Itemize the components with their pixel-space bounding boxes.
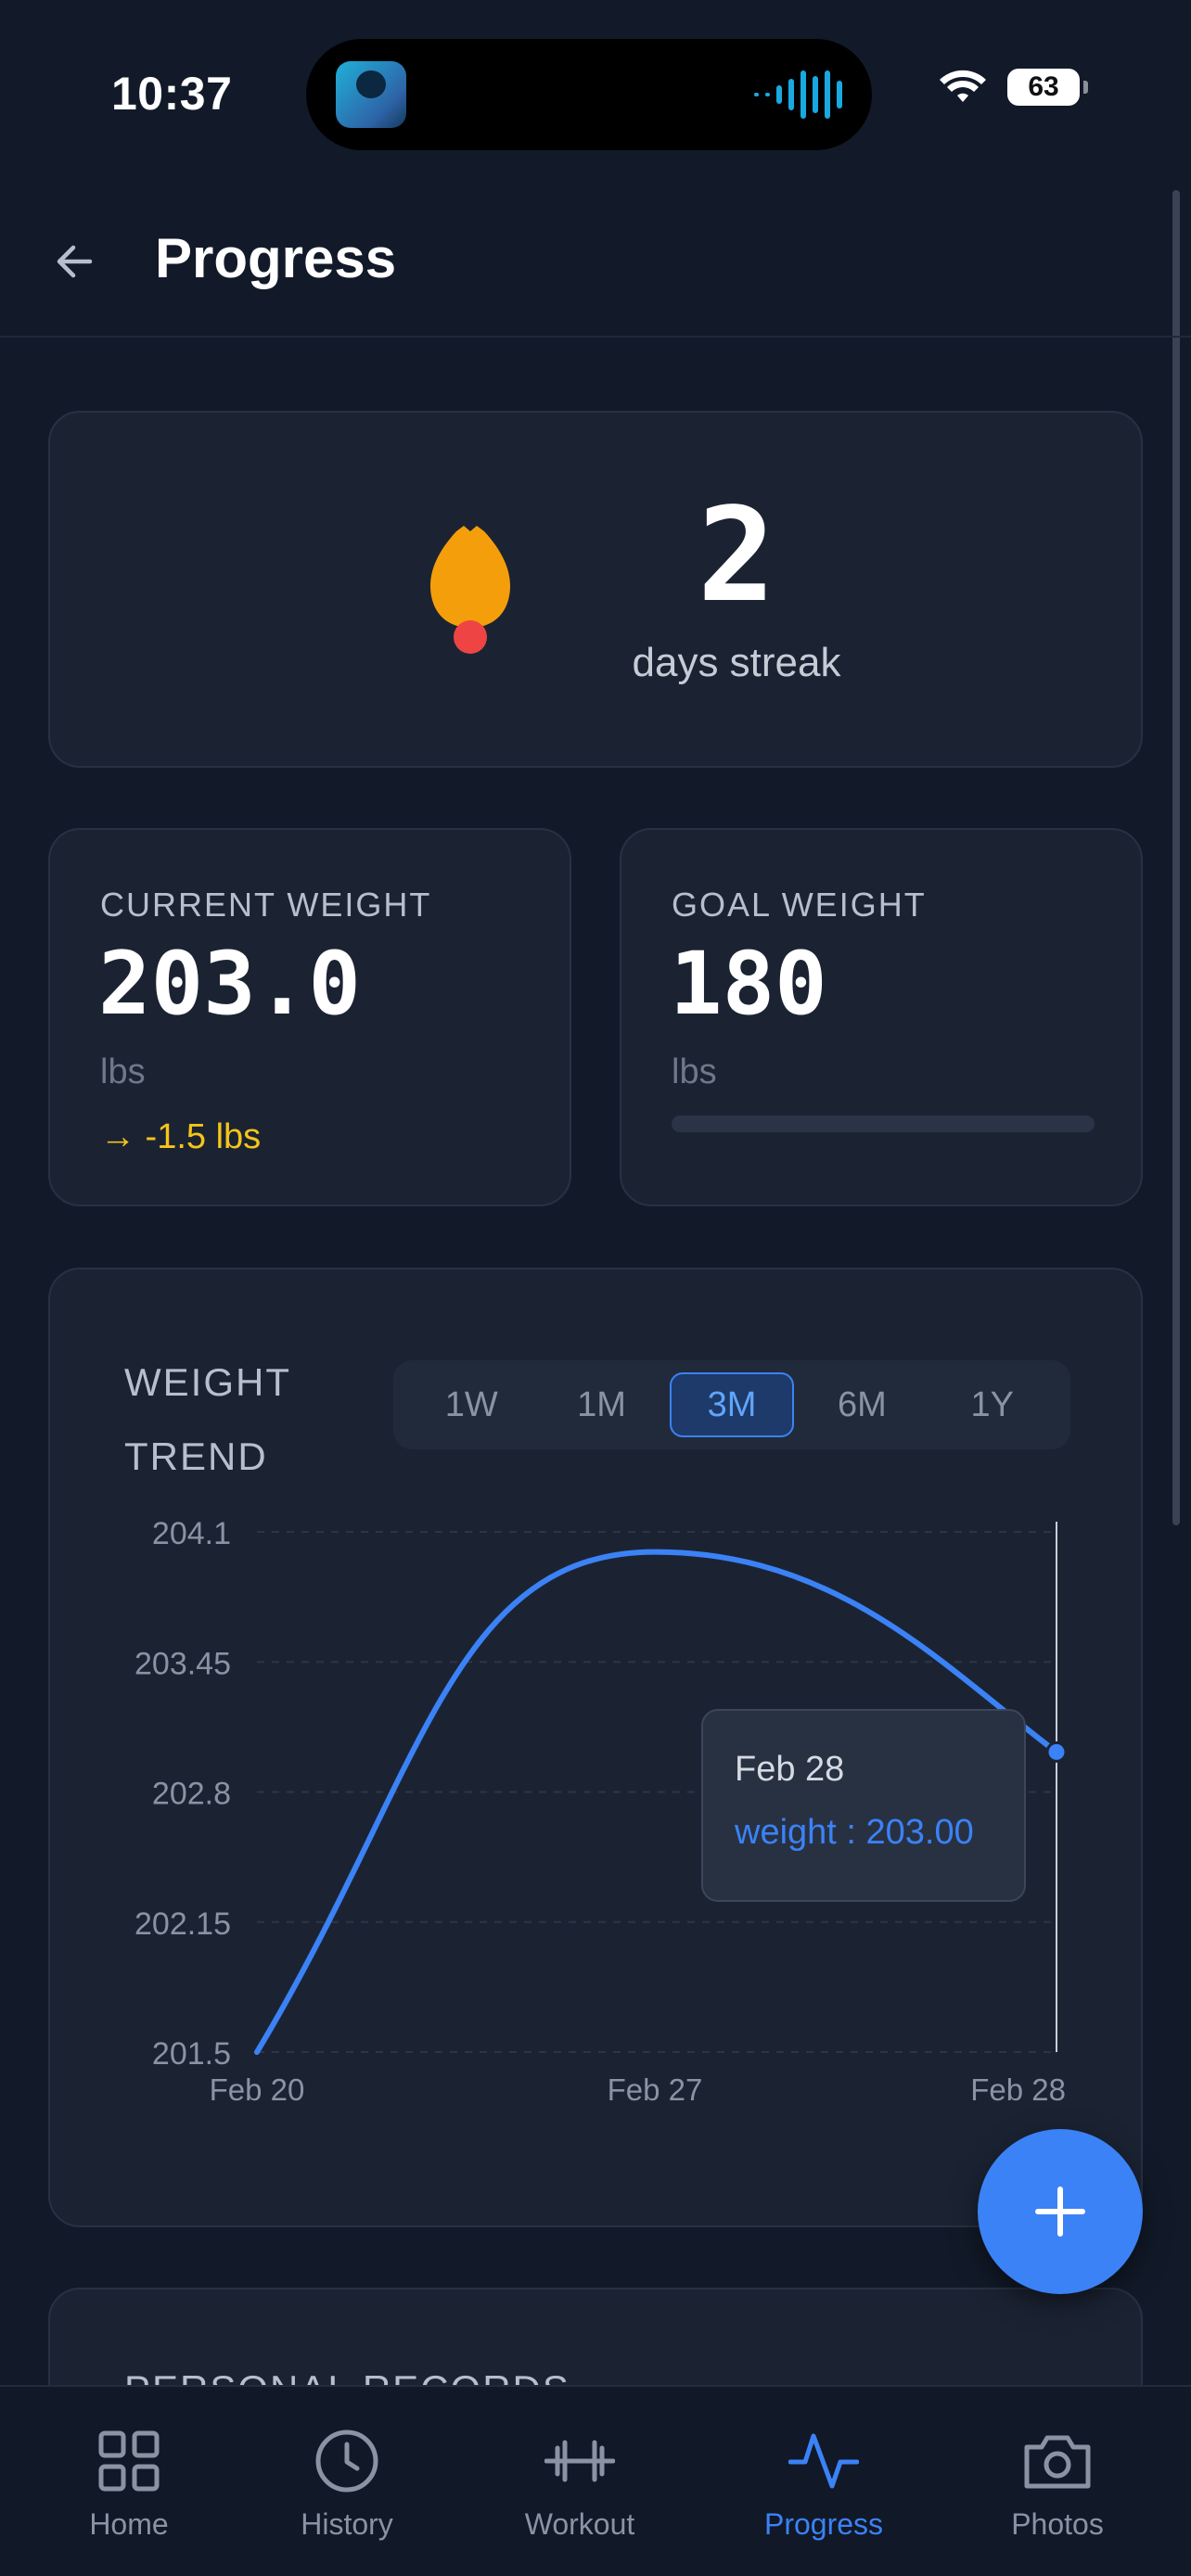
tooltip-value: weight : 203.00 (735, 1813, 974, 1852)
y-tick-label: 201.5 (152, 2036, 231, 2072)
bottom-nav: Home History Workout Progress Photos (0, 2385, 1191, 2576)
page-title: Progress (155, 227, 397, 289)
weight-change: → -1.5 lbs (100, 1117, 262, 1156)
x-tick-label: Feb 27 (608, 2072, 703, 2107)
now-playing-artwork (336, 61, 406, 128)
flame-icon (429, 526, 511, 654)
y-tick-label: 203.45 (134, 1646, 231, 1681)
goal-weight-value: 180 (670, 934, 827, 1035)
arrow-left-icon (57, 245, 93, 278)
y-tick-label: 202.15 (134, 1906, 231, 1942)
nav-progress-label: Progress (763, 2507, 884, 2541)
goal-weight-card[interactable]: GOAL WEIGHT 180 lbs (620, 828, 1143, 1206)
chart-tooltip: Feb 28 weight : 203.00 (701, 1709, 1026, 1902)
wifi-icon (940, 70, 986, 102)
current-weight-unit: lbs (100, 1052, 146, 1091)
progress-screen: 10:37 63 Progress 2 days streak CURRENT … (0, 0, 1191, 2576)
nav-progress[interactable]: Progress (717, 2387, 930, 2576)
x-tick-label: Feb 20 (210, 2072, 305, 2107)
weight-trend-card: WEIGHT TREND 1W 1M 3M 6M 1Y 204.1 203.45 2… (48, 1268, 1143, 2227)
nav-history-label: History (301, 2507, 393, 2541)
nav-history[interactable]: History (240, 2387, 454, 2576)
back-button[interactable] (46, 234, 102, 289)
dumbbell-icon (544, 2440, 615, 2482)
activity-icon (788, 2433, 859, 2489)
audio-wave-icon (754, 70, 842, 119)
nav-home-label: Home (89, 2507, 169, 2541)
scroll-indicator[interactable] (1172, 190, 1180, 1525)
y-tick-label: 204.1 (152, 1516, 231, 1551)
data-point (1045, 1741, 1068, 1763)
goal-weight-unit: lbs (672, 1052, 717, 1091)
nav-photos[interactable]: Photos (951, 2387, 1164, 2576)
nav-home[interactable]: Home (22, 2387, 236, 2576)
status-bar: 10:37 63 (0, 0, 1191, 185)
nav-workout[interactable]: Workout (473, 2387, 686, 2576)
status-time: 10:37 (111, 68, 233, 120)
streak-label: days streak (632, 640, 841, 685)
current-weight-label: CURRENT WEIGHT (100, 886, 432, 924)
y-tick-label: 202.8 (152, 1777, 231, 1812)
tooltip-date: Feb 28 (735, 1750, 845, 1789)
goal-weight-label: GOAL WEIGHT (672, 886, 927, 924)
plus-icon (1035, 2187, 1085, 2237)
dynamic-island[interactable] (306, 39, 872, 150)
streak-card: 2 days streak (48, 411, 1143, 768)
battery-indicator: 63 (1007, 69, 1088, 106)
page-header: Progress (0, 185, 1191, 338)
nav-photos-label: Photos (1011, 2507, 1104, 2541)
x-tick-label: Feb 28 (970, 2072, 1066, 2107)
add-entry-button[interactable] (978, 2129, 1143, 2294)
current-weight-value: 203.0 (98, 934, 361, 1035)
streak-count: 2 (697, 480, 776, 631)
goal-progress-bar (672, 1116, 1095, 1132)
status-indicators: 63 (939, 69, 1088, 106)
nav-workout-label: Workout (524, 2507, 635, 2541)
camera-icon (1024, 2435, 1091, 2489)
clock-icon (315, 2429, 378, 2493)
current-weight-card[interactable]: CURRENT WEIGHT 203.0 lbs → -1.5 lbs (48, 828, 571, 1206)
grid-icon (98, 2430, 160, 2492)
